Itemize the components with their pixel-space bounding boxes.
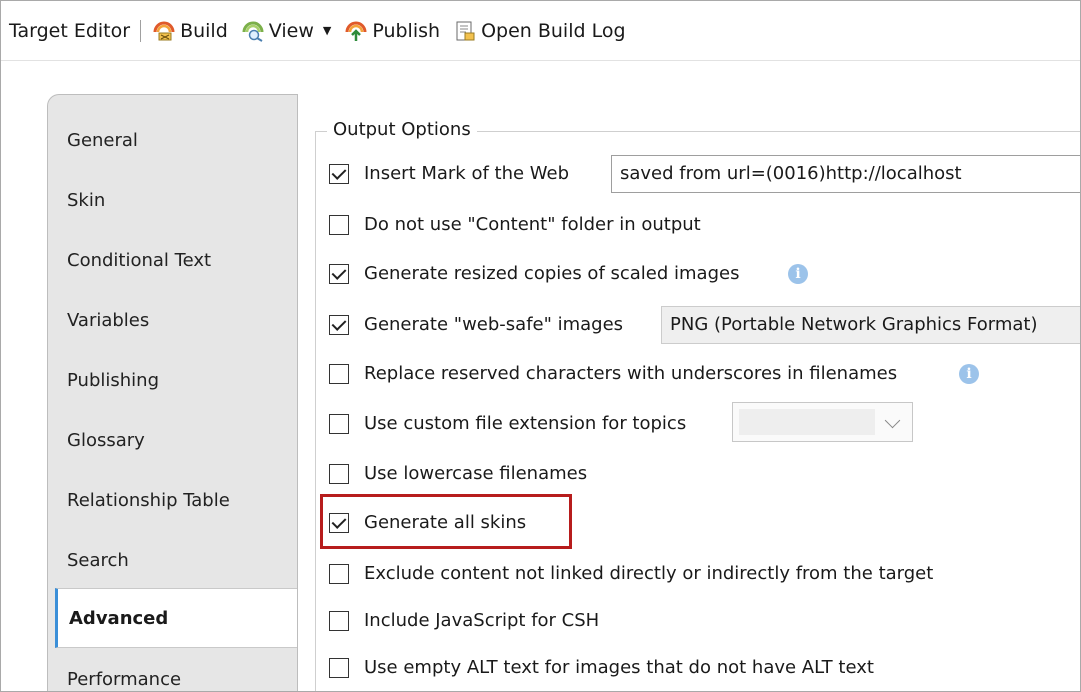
generate-all-skins-checkbox[interactable] [329, 512, 349, 533]
lowercase-filenames-option[interactable]: Use lowercase filenames [329, 463, 587, 484]
chevron-down-icon [884, 412, 901, 429]
empty-alt-checkbox[interactable] [329, 657, 349, 678]
tab-glossary[interactable]: Glossary [67, 430, 145, 451]
toolbar-title: Target Editor [9, 19, 131, 42]
replace-reserved-info-icon[interactable]: i [959, 364, 979, 384]
mark-of-web-input[interactable]: saved from url=(0016)http://localhost [611, 155, 1080, 193]
exclude-unlinked-label: Exclude content not linked directly or i… [364, 563, 934, 584]
resized-copies-label: Generate resized copies of scaled images [364, 263, 740, 284]
tab-relationship-table[interactable]: Relationship Table [67, 490, 230, 511]
lowercase-filenames-label: Use lowercase filenames [364, 463, 588, 484]
replace-reserved-option[interactable]: Replace reserved characters with undersc… [329, 363, 897, 384]
javascript-csh-checkbox[interactable] [329, 610, 349, 631]
insert-mark-of-web-label: Insert Mark of the Web [364, 163, 570, 184]
web-safe-images-option[interactable]: Generate "web-safe" images [329, 314, 623, 335]
build-icon [153, 20, 175, 42]
build-label: Build [180, 19, 228, 42]
view-dropdown-arrow-icon[interactable]: ▼ [323, 24, 331, 37]
publish-label: Publish [372, 19, 441, 42]
resized-copies-option[interactable]: Generate resized copies of scaled images [329, 263, 739, 284]
empty-alt-label: Use empty ALT text for images that do no… [364, 657, 874, 678]
output-options-title: Output Options [327, 119, 477, 140]
open-build-log-label: Open Build Log [481, 19, 626, 42]
no-content-folder-option[interactable]: Do not use "Content" folder in output [329, 214, 701, 235]
resized-copies-checkbox[interactable] [329, 263, 349, 284]
tab-search[interactable]: Search [67, 550, 129, 571]
exclude-unlinked-checkbox[interactable] [329, 563, 349, 584]
javascript-csh-label: Include JavaScript for CSH [364, 610, 600, 631]
tab-general[interactable]: General [67, 130, 138, 151]
replace-reserved-checkbox[interactable] [329, 363, 349, 384]
publish-icon [345, 20, 367, 42]
tab-skin[interactable]: Skin [67, 190, 105, 211]
open-build-log-button[interactable]: Open Build Log [454, 19, 626, 42]
build-log-icon [454, 20, 476, 42]
tab-publishing[interactable]: Publishing [67, 370, 159, 391]
view-button[interactable]: View ▼ [242, 19, 331, 42]
custom-extension-combo[interactable] [732, 402, 913, 442]
custom-extension-value [739, 409, 875, 435]
view-icon [242, 20, 264, 42]
publish-button[interactable]: Publish [345, 20, 440, 42]
custom-extension-option[interactable]: Use custom file extension for topics [329, 413, 686, 434]
view-label: View [268, 19, 314, 42]
toolbar-separator [140, 19, 142, 42]
web-safe-format-select[interactable]: PNG (Portable Network Graphics Format) [661, 306, 1080, 344]
insert-mark-of-web-checkbox[interactable] [329, 163, 349, 184]
web-safe-images-checkbox[interactable] [329, 314, 349, 335]
custom-extension-checkbox[interactable] [329, 413, 349, 434]
tab-advanced[interactable]: Advanced [55, 588, 298, 648]
tab-performance[interactable]: Performance [67, 669, 181, 690]
replace-reserved-label: Replace reserved characters with undersc… [364, 363, 898, 384]
insert-mark-of-web-option[interactable]: Insert Mark of the Web [329, 163, 569, 184]
no-content-folder-checkbox[interactable] [329, 214, 349, 235]
empty-alt-option[interactable]: Use empty ALT text for images that do no… [329, 657, 874, 678]
generate-all-skins-option[interactable]: Generate all skins [329, 512, 526, 533]
toolbar: Target Editor Build View ▼ Publish Open … [1, 1, 1080, 61]
target-editor-window: Target Editor Build View ▼ Publish Open … [0, 0, 1081, 692]
javascript-csh-option[interactable]: Include JavaScript for CSH [329, 610, 599, 631]
lowercase-filenames-checkbox[interactable] [329, 463, 349, 484]
exclude-unlinked-option[interactable]: Exclude content not linked directly or i… [329, 563, 933, 584]
tab-variables[interactable]: Variables [67, 310, 149, 331]
build-button[interactable]: Build [153, 20, 228, 42]
no-content-folder-label: Do not use "Content" folder in output [364, 214, 701, 235]
custom-extension-label: Use custom file extension for topics [364, 413, 687, 434]
panel-divider [297, 94, 298, 691]
generate-all-skins-label: Generate all skins [364, 512, 527, 533]
resized-copies-info-icon[interactable]: i [788, 264, 808, 284]
tab-conditional-text[interactable]: Conditional Text [67, 250, 211, 271]
web-safe-images-label: Generate "web-safe" images [364, 314, 624, 335]
